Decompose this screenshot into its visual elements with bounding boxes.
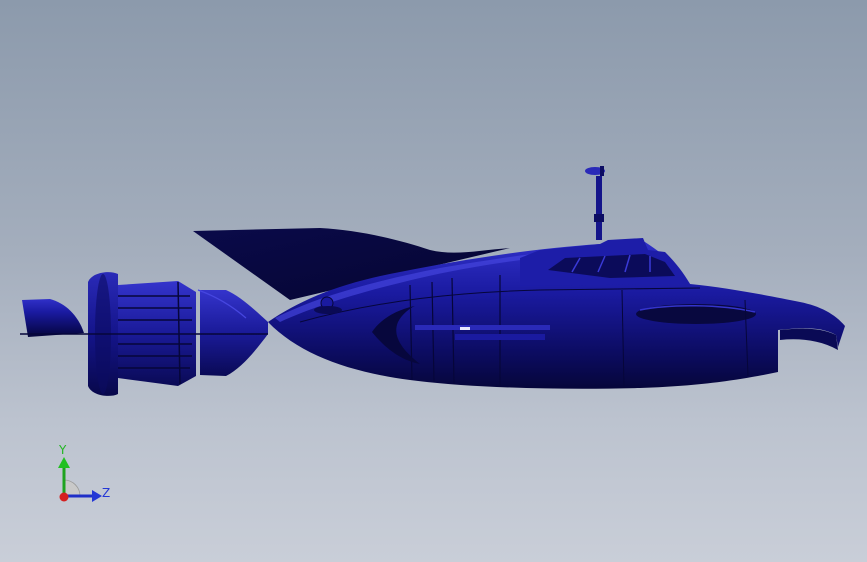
submarine-model[interactable]: [0, 0, 867, 562]
triad-z-label: Z: [102, 486, 111, 500]
side-rail: [415, 325, 550, 330]
coordinate-triad: Y Z: [50, 440, 120, 510]
side-intake: [636, 304, 756, 324]
graphics-viewport[interactable]: Y Z: [0, 0, 867, 562]
tail-fin: [22, 299, 84, 337]
tail-cone: [200, 290, 268, 376]
triad-y-label: Y: [59, 443, 67, 457]
periscope-mast: [596, 176, 602, 240]
